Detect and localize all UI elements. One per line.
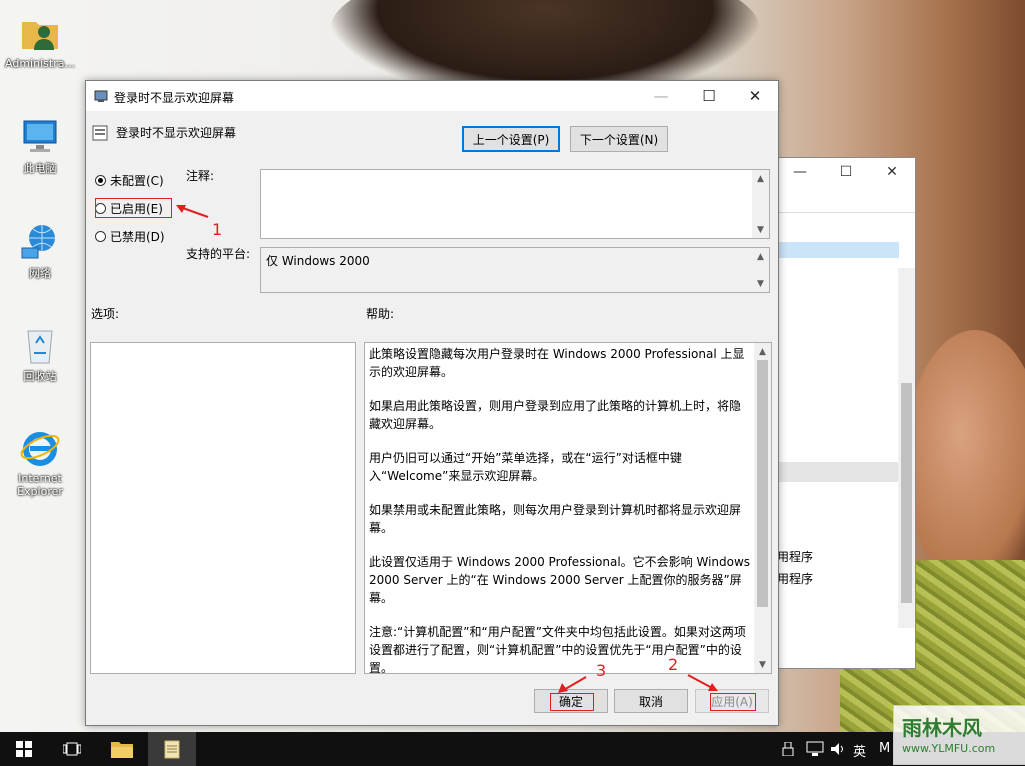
vertical-scrollbar[interactable] [898,268,915,628]
notepad-taskbar-button[interactable] [148,732,196,766]
background-window-caption: — ☐ ✕ [771,158,915,186]
options-label: 选项: [91,307,120,321]
file-explorer-icon [111,742,133,758]
scroll-down-icon[interactable]: ▼ [752,221,769,238]
help-scrollbar[interactable]: ▲ ▼ [754,343,771,673]
comment-label: 注释: [186,169,215,183]
help-paragraph: 注意:“计算机配置”和“用户配置”文件夹中均包括此设置。如果对这两项设置都进行了… [369,625,746,675]
scroll-up-icon[interactable]: ▲ [752,170,769,187]
comment-scrollbar[interactable]: ▲ ▼ [752,170,769,238]
previous-setting-button[interactable]: 上一个设置(P) [462,126,560,152]
desktop-icon-label: Administra... [5,57,75,70]
hover-row[interactable] [779,462,899,482]
start-icon [16,741,32,757]
annotation-number-3: 3 [596,661,607,680]
desktop-icon-label: 此电脑 [23,162,57,175]
background-window-toolbar [771,186,915,213]
selected-row[interactable] [779,242,899,258]
policy-app-icon [94,90,108,102]
volume-icon[interactable] [830,742,846,756]
desktop-icon-label: Internet Explorer [17,472,63,498]
annotation-arrow-3 [558,676,587,693]
radio-not-configured[interactable]: 未配置(C) [95,172,164,189]
computer-icon [23,120,57,152]
taskbar: 英 M [0,732,1025,766]
internet-explorer-icon [20,432,60,466]
notepad-icon [164,740,180,759]
usb-device-icon[interactable] [782,742,794,756]
list-item[interactable]: 用程序 [777,548,813,565]
watermark: 雨林木风 www.YLMFU.com [893,705,1025,765]
help-text: 此策略设置隐藏每次用户登录时在 Windows 2000 Professiona… [369,345,751,693]
policy-dialog: 登录时不显示欢迎屏幕 — ☐ ✕ 登录时不显示欢迎屏幕 上一个设置(P) 下一个… [85,80,779,726]
scroll-up-icon[interactable]: ▲ [754,343,771,360]
task-view-button[interactable] [48,732,96,766]
annotation-box-apply [710,693,756,711]
help-panel: 此策略设置隐藏每次用户登录时在 Windows 2000 Professiona… [364,342,772,675]
platform-field: 仅 Windows 2000 ▲ ▼ [260,247,770,293]
scrollbar-thumb[interactable] [901,383,912,603]
dialog-titlebar: 登录时不显示欢迎屏幕 — ☐ ✕ [86,81,778,111]
minimize-icon[interactable]: — [777,164,823,180]
wallpaper-face [905,330,1025,590]
recycle-bin-icon [27,330,53,364]
radio-circle[interactable] [95,231,106,242]
comment-textarea[interactable]: ▲ ▼ [260,169,770,239]
help-label: 帮助: [366,307,395,321]
policy-setting-icon [92,125,108,141]
help-paragraph: 如果禁用或未配置此策略，则每次用户登录到计算机时都将显示欢迎屏幕。 [369,503,742,535]
start-button[interactable] [0,732,48,766]
desktop-icon-this-pc[interactable]: 此电脑 [4,115,76,175]
desktop-icon-label: 回收站 [23,370,57,383]
user-folder-icon [22,22,58,50]
desktop-icon-label: 网络 [29,267,51,280]
background-window[interactable]: — ☐ ✕ 用程序 用程序 [770,157,916,669]
maximize-icon[interactable]: ☐ [823,164,869,180]
task-view-icon [63,742,81,756]
help-paragraph: 此设置仅适用于 Windows 2000 Professional。它不会影响 … [369,555,751,605]
desktop-icon-administrator[interactable]: Administra... [4,10,76,70]
list-item[interactable]: 用程序 [777,570,813,587]
network-tray-icon[interactable] [806,741,824,757]
minimize-icon[interactable]: — [638,81,684,111]
radio-circle[interactable] [95,175,106,186]
desktop-icon-network[interactable]: 网络 [4,220,76,280]
annotation-number-2: 2 [668,655,679,674]
scrollbar-thumb[interactable] [757,360,768,607]
platform-label: 支持的平台: [186,247,251,261]
watermark-title: 雨林木风 [902,716,982,740]
scroll-down-icon[interactable]: ▼ [754,656,771,673]
desktop-icon-recycle-bin[interactable]: 回收站 [4,323,76,383]
help-paragraph: 如果启用此策略设置，则用户登录到应用了此策略的计算机上时，将隐藏欢迎屏幕。 [369,399,742,431]
annotation-arrow-2 [687,674,718,691]
ime-indicator[interactable]: 英 [853,741,866,760]
clock-partial[interactable]: M [879,741,890,756]
annotation-box-ok [550,693,594,711]
options-panel [90,342,356,674]
next-setting-button[interactable]: 下一个设置(N) [570,126,668,152]
close-icon[interactable]: ✕ [869,164,915,180]
platform-value: 仅 Windows 2000 [266,254,370,268]
policy-name: 登录时不显示欢迎屏幕 [116,126,237,140]
help-paragraph: 用户仍旧可以通过“开始”菜单选择，或在“运行”对话框中键入“Welcome”来显… [369,451,682,483]
platform-scrollbar[interactable]: ▲ ▼ [752,248,769,292]
file-explorer-button[interactable] [98,732,146,766]
maximize-icon[interactable]: ☐ [686,81,732,111]
radio-label: 已禁用(D) [110,230,165,244]
radio-disabled[interactable]: 已禁用(D) [95,228,165,245]
annotation-number-1: 1 [212,220,223,239]
network-icon [21,225,55,259]
help-paragraph: 此策略设置隐藏每次用户登录时在 Windows 2000 Professiona… [369,347,745,379]
desktop-icon-internet-explorer[interactable]: Internet Explorer [4,425,76,498]
dialog-title: 登录时不显示欢迎屏幕 [114,91,235,105]
annotation-box-enabled [95,198,172,218]
scroll-up-icon[interactable]: ▲ [752,248,769,265]
cancel-button[interactable]: 取消 [614,689,688,713]
radio-label: 未配置(C) [110,174,164,188]
close-icon[interactable]: ✕ [732,81,778,111]
annotation-arrow-1 [176,205,209,218]
watermark-url: www.YLMFU.com [902,742,996,755]
scroll-down-icon[interactable]: ▼ [752,275,769,292]
